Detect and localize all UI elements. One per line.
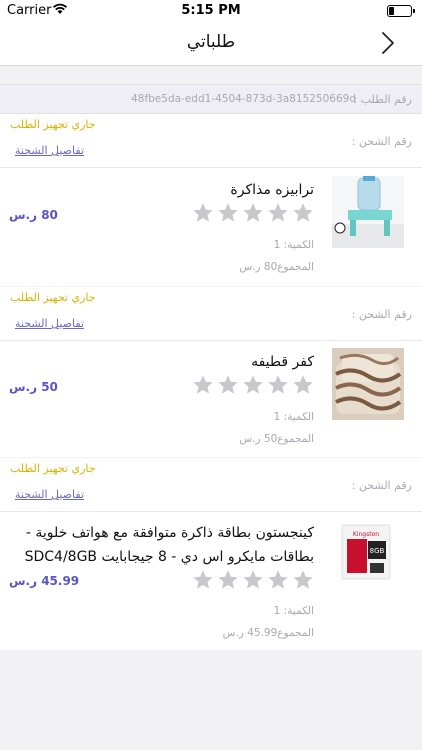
rating-stars[interactable]	[192, 374, 314, 396]
shipment-details-link[interactable]: تفاصيل الشحنة	[15, 317, 84, 330]
star-icon[interactable]	[267, 569, 289, 591]
battery-icon	[387, 5, 415, 17]
order-header: رقم الطلب : 48fbe5da-edd1-4504-873d-3a81…	[0, 84, 422, 114]
shipment-status: جاري تجهيز الطلب	[10, 118, 96, 131]
product-total: المجموع45.99 ر.س	[222, 627, 314, 639]
star-icon[interactable]	[242, 569, 264, 591]
shipment-card: جاري تجهيز الطلب رقم الشحن : تفاصيل الشح…	[0, 458, 422, 650]
star-icon[interactable]	[292, 569, 314, 591]
star-icon[interactable]	[292, 202, 314, 224]
shipment-details-link[interactable]: تفاصيل الشحنة	[15, 488, 84, 501]
star-icon[interactable]	[242, 374, 264, 396]
product-image	[332, 348, 404, 420]
product-name: ترابيزه مذاكرة	[230, 182, 314, 198]
star-icon[interactable]	[242, 202, 264, 224]
product-name-line-2: بطاقات مايكرو اس دي - 8 جيجابايت SDC4/8G…	[24, 549, 314, 565]
status-bar: Carrier 5:15 PM	[0, 0, 422, 22]
product-name: كينجستون بطاقة ذاكرة متوافقة مع هواتف خل…	[25, 521, 314, 569]
shipping-number-label: رقم الشحن :	[351, 135, 412, 148]
rating-stars[interactable]	[192, 569, 314, 591]
shipment-card: جاري تجهيز الطلب رقم الشحن : تفاصيل الشح…	[0, 287, 422, 457]
shipment-status: جاري تجهيز الطلب	[10, 462, 96, 475]
star-icon[interactable]	[217, 569, 239, 591]
star-icon[interactable]	[292, 374, 314, 396]
order-number-label: رقم الطلب :	[353, 93, 412, 106]
product-quantity: الكمية: 1	[273, 605, 314, 617]
clock: 5:15 PM	[181, 3, 241, 18]
shipment-header: جاري تجهيز الطلب رقم الشحن : تفاصيل الشح…	[0, 458, 422, 512]
star-icon[interactable]	[267, 202, 289, 224]
product-price: 50 ر.س	[9, 380, 58, 394]
product-image: Kingston 8GB	[332, 519, 404, 591]
card-capacity: 8GB	[370, 547, 385, 555]
star-icon[interactable]	[217, 374, 239, 396]
product-total: المجموع50 ر.س	[239, 433, 314, 445]
star-icon[interactable]	[217, 202, 239, 224]
star-icon[interactable]	[192, 569, 214, 591]
star-icon[interactable]	[192, 202, 214, 224]
chevron-right-icon[interactable]	[378, 30, 398, 56]
shipment-header: جاري تجهيز الطلب رقم الشحن : تفاصيل الشح…	[0, 114, 422, 168]
shipment-details-link[interactable]: تفاصيل الشحنة	[15, 144, 84, 157]
star-icon[interactable]	[192, 374, 214, 396]
shipment-card: جاري تجهيز الطلب رقم الشحن : تفاصيل الشح…	[0, 114, 422, 286]
star-icon[interactable]	[267, 374, 289, 396]
shipment-status: جاري تجهيز الطلب	[10, 291, 96, 304]
product-name-line-1: كينجستون بطاقة ذاكرة متوافقة مع هواتف خل…	[25, 525, 314, 541]
shipping-number-label: رقم الشحن :	[351, 308, 412, 321]
shipping-number-label: رقم الشحن :	[351, 479, 412, 492]
product-image	[332, 176, 404, 248]
product-quantity: الكمية: 1	[273, 239, 314, 251]
product-quantity: الكمية: 1	[273, 411, 314, 423]
product-price: 45.99 ر.س	[9, 574, 80, 588]
rating-stars[interactable]	[192, 202, 314, 224]
card-brand: Kingston	[353, 531, 379, 538]
product-price: 80 ر.س	[9, 208, 58, 222]
shipment-header: جاري تجهيز الطلب رقم الشحن : تفاصيل الشح…	[0, 287, 422, 341]
product-total: المجموع80 ر.س	[239, 261, 314, 273]
nav-bar: طلباتي	[0, 22, 422, 66]
order-number: 48fbe5da-edd1-4504-873d-3a815250669d	[131, 93, 356, 105]
product-name: كفر قطيفه	[251, 354, 314, 370]
page-title: طلباتي	[186, 32, 236, 52]
